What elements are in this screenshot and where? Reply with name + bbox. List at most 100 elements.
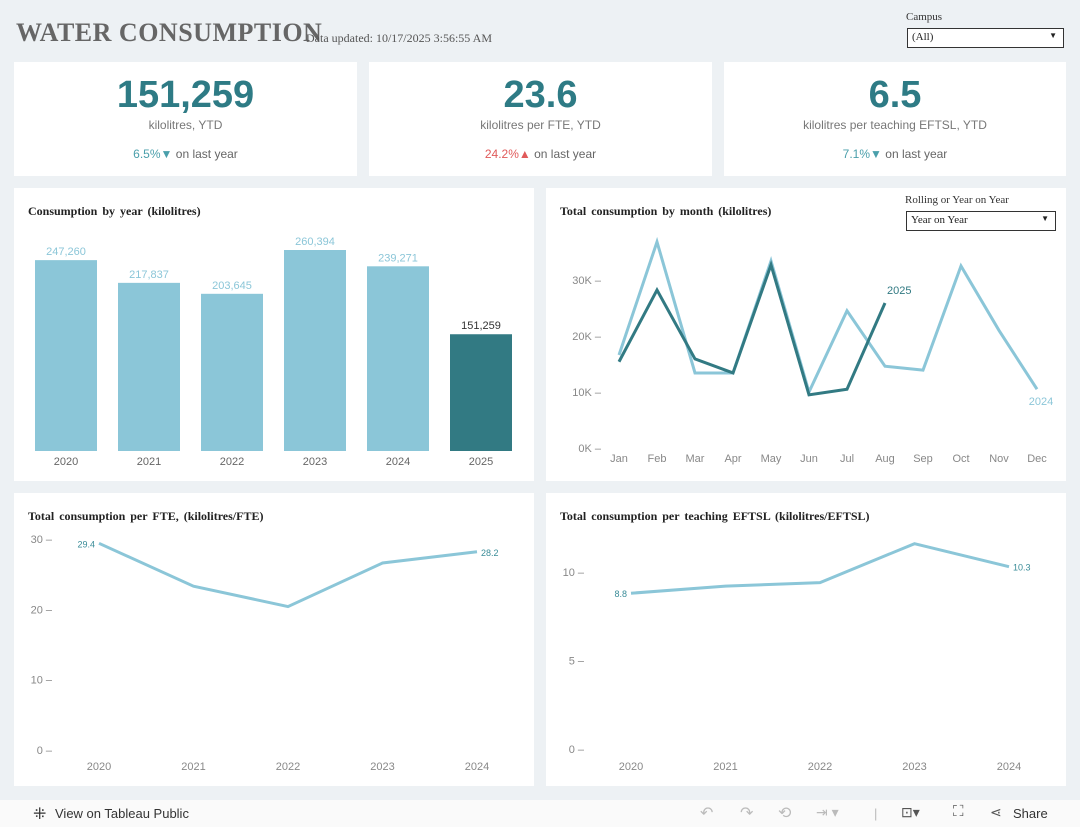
kpi-change: 7.1%▼ on last year: [724, 147, 1066, 161]
x-tick-label: Jan: [610, 453, 628, 465]
kpi-label: kilolitres per FTE, YTD: [480, 118, 601, 132]
kpi-value: 6.5: [868, 74, 922, 116]
bar-label: 239,271: [378, 252, 418, 264]
bar-2020: [35, 260, 97, 451]
x-tick-label: Jun: [800, 453, 818, 465]
end-label: 10.3: [1013, 563, 1031, 573]
line-chart: 0 – 5 – 10 – 2020 2021 2022 2023 2024 8.8 10.3: [563, 542, 1031, 773]
bar-2022: [201, 293, 263, 451]
bar-label: 151,259: [461, 320, 501, 332]
y-tick-label: 0K –: [578, 443, 602, 455]
campus-value: (All): [912, 31, 934, 43]
x-tick-label: Aug: [875, 453, 895, 465]
x-tick-label: 2022: [220, 456, 244, 468]
page-title: WATER CONSUMPTION: [16, 18, 323, 47]
bar-label: 217,837: [129, 269, 169, 281]
x-tick-label: 2020: [87, 761, 111, 773]
y-tick-label: 20 –: [31, 604, 53, 616]
up-arrow-icon: ▲: [518, 147, 531, 161]
x-tick-label: 2023: [902, 761, 926, 773]
share-button[interactable]: Share: [1013, 806, 1048, 821]
y-tick-label: 10 –: [563, 567, 585, 579]
series-line-2025: [617, 259, 887, 397]
x-tick-label: Dec: [1027, 453, 1047, 465]
x-tick-label: Oct: [952, 453, 969, 465]
y-tick-label: 30 –: [31, 534, 53, 546]
kpi-card-total: 151,259 kilolitres, YTD 6.5%▼ on last ye…: [14, 62, 357, 176]
x-tick-label: May: [761, 453, 782, 465]
refresh-icon[interactable]: ⇥ ▾: [816, 804, 839, 821]
x-tick-label: Jul: [840, 453, 854, 465]
bar-label: 247,260: [46, 246, 86, 258]
series-line: [630, 542, 1010, 595]
chart-per-fte: Total consumption per FTE, (kilolitres/F…: [14, 493, 534, 786]
x-tick-label: Feb: [648, 453, 667, 465]
series-label: 2025: [887, 285, 911, 297]
x-tick-label: 2022: [808, 761, 832, 773]
x-tick-label: Sep: [913, 453, 933, 465]
start-label: 8.8: [614, 589, 627, 599]
down-arrow-icon: ▼: [870, 147, 882, 161]
dropdown-arrow-icon: ▼: [1049, 31, 1057, 40]
download-icon[interactable]: ⊡▾: [901, 804, 920, 821]
tableau-logo-icon: ⁜: [33, 806, 47, 823]
kpi-value: 151,259: [116, 74, 255, 116]
x-tick-label: 2022: [276, 761, 300, 773]
x-tick-label: Nov: [989, 453, 1009, 465]
x-tick-label: Mar: [686, 453, 705, 465]
fullscreen-icon[interactable]: ⛶: [953, 803, 964, 820]
x-tick-label: 2020: [619, 761, 643, 773]
series-line: [98, 541, 478, 609]
kpi-label: kilolitres, YTD: [148, 118, 223, 132]
y-tick-label: 10K –: [572, 387, 602, 399]
redo-icon[interactable]: ↷: [740, 803, 753, 823]
bar-2023: [284, 250, 346, 451]
bar-chart: 247,260 2020 217,837 2021 203,645 2022 260,394…: [35, 236, 512, 468]
bar-2021: [118, 282, 180, 451]
x-tick-label: 2024: [997, 761, 1021, 773]
x-tick-label: 2021: [181, 761, 205, 773]
y-tick-label: 20K –: [572, 331, 602, 343]
x-tick-label: 2023: [370, 761, 394, 773]
end-label: 28.2: [481, 548, 499, 558]
series-label: 2024: [1029, 396, 1053, 408]
series-line-2024: [617, 236, 1039, 397]
kpi-card-fte: 23.6 kilolitres per FTE, YTD 24.2%▲ on l…: [369, 62, 712, 176]
y-tick-label: 0 –: [569, 744, 585, 756]
view-on-tableau-link[interactable]: View on Tableau Public: [55, 806, 189, 821]
change-suffix: on last year: [175, 147, 238, 161]
y-tick-label: 30K –: [572, 275, 602, 287]
y-tick-label: 5 –: [569, 656, 585, 668]
kpi-change: 6.5%▼ on last year: [14, 147, 357, 161]
x-tick-label: 2023: [303, 456, 327, 468]
change-suffix: on last year: [534, 147, 597, 161]
campus-label: Campus: [906, 11, 943, 23]
line-chart: 0 – 10 – 20 – 30 – 2020 2021 2022 2023 2024 29.4 2…: [31, 534, 499, 773]
data-updated: Data updated: 10/17/2025 3:56:55 AM: [306, 31, 492, 45]
down-arrow-icon: ▼: [160, 147, 173, 161]
divider: |: [874, 806, 878, 821]
chart-per-eftsl: Total consumption per teaching EFTSL (ki…: [546, 493, 1066, 786]
line-chart: 0K – 10K – 20K – 30K – Jan Feb Mar Apr May Jun Jul…: [572, 236, 1053, 465]
bar-2024: [367, 266, 429, 451]
change-value: 6.5%: [133, 147, 161, 161]
revert-icon[interactable]: ⟲: [778, 803, 791, 823]
x-tick-label: 2025: [469, 456, 493, 468]
undo-icon[interactable]: ↶: [700, 803, 713, 823]
bar-label: 203,645: [212, 280, 252, 292]
campus-select[interactable]: (All) ▼: [907, 28, 1064, 48]
x-tick-label: 2021: [137, 456, 161, 468]
chart-consumption-by-year: Consumption by year (kilolitres) 247,260…: [14, 188, 534, 481]
kpi-card-eftsl: 6.5 kilolitres per teaching EFTSL, YTD 7…: [724, 62, 1066, 176]
x-tick-label: Apr: [724, 453, 741, 465]
kpi-value: 23.6: [503, 74, 578, 116]
change-value: 24.2%: [484, 147, 519, 161]
start-label: 29.4: [77, 539, 95, 549]
bar-label: 260,394: [295, 236, 335, 248]
kpi-change: 24.2%▲ on last year: [369, 147, 712, 161]
share-icon[interactable]: ⋖: [990, 804, 1002, 821]
footer-toolbar: ⁜ View on Tableau Public ↶ ↷ ⟲ ⇥ ▾ | ⊡▾ …: [0, 800, 1080, 827]
chart-consumption-by-month: Total consumption by month (kilolitres) …: [546, 188, 1066, 481]
bar-2025: [450, 334, 512, 451]
change-value: 7.1%: [842, 147, 871, 161]
